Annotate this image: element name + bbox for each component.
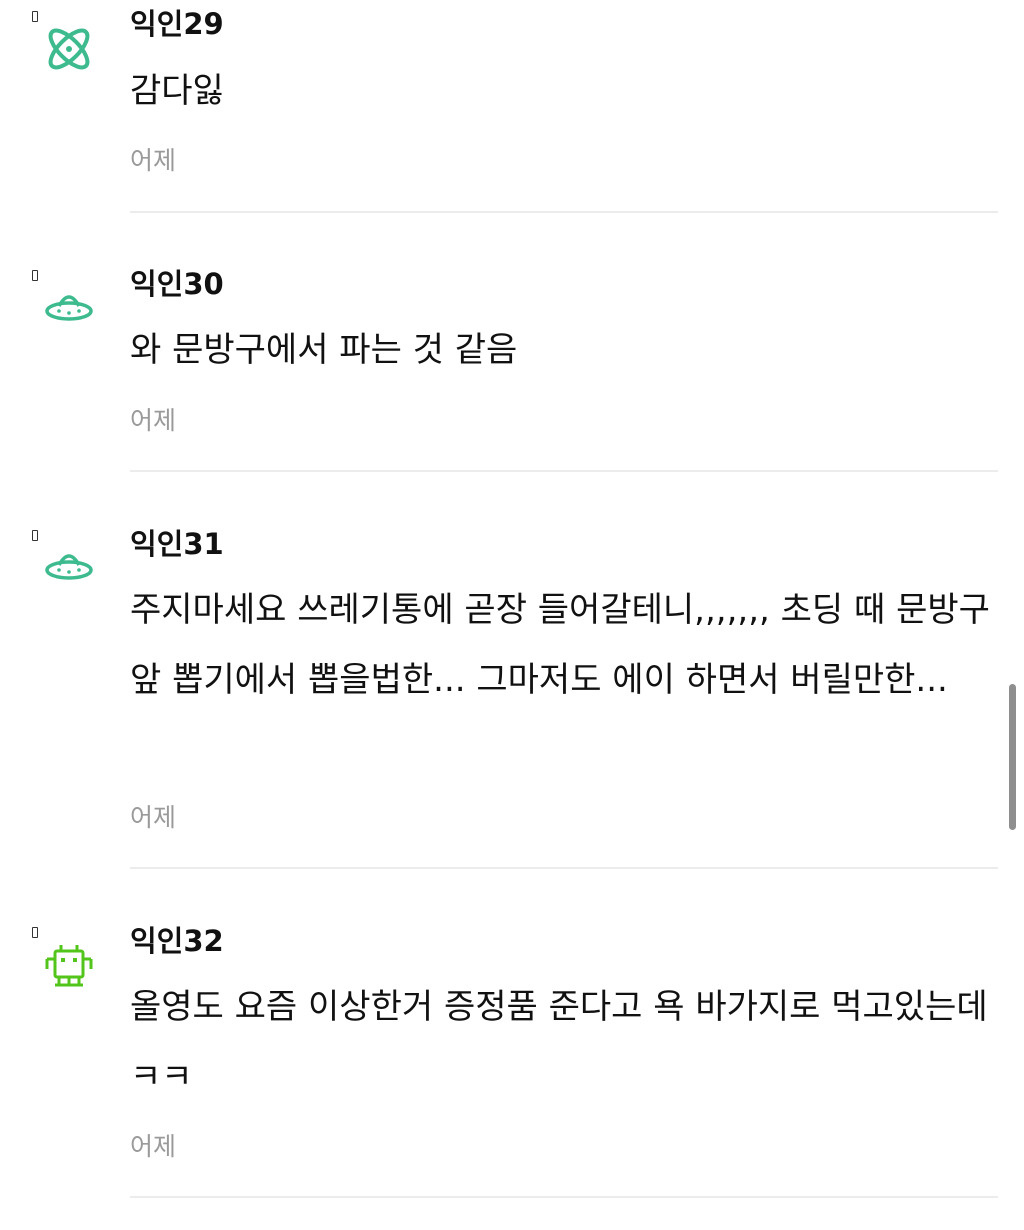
- atom-icon: [42, 22, 96, 76]
- pin-icon[interactable]: [32, 11, 38, 22]
- comment-author: 익인32: [130, 924, 224, 958]
- divider: [130, 1196, 998, 1198]
- comment-time: 어제: [130, 146, 177, 175]
- space-invader-icon: [42, 940, 96, 994]
- comment-author: 익인29: [130, 7, 224, 41]
- ufo-icon: [42, 282, 96, 336]
- comment-body: 감다잃: [130, 71, 224, 111]
- divider: [130, 470, 998, 472]
- pin-icon[interactable]: [32, 927, 38, 938]
- comment-body: 와 문방구에서 파는 것 같음: [130, 330, 518, 370]
- pin-icon[interactable]: [32, 270, 38, 281]
- divider: [130, 867, 998, 869]
- comment-time: 어제: [130, 1132, 177, 1161]
- comment-author: 익인30: [130, 267, 224, 301]
- ufo-icon: [42, 541, 96, 595]
- comment-body: 올영도 요즘 이상한거 증정품 준다고 욕 바가지로 먹고있는데 ㅋㅋ: [130, 987, 999, 1097]
- comment-time: 어제: [130, 803, 177, 832]
- comment-time: 어제: [130, 406, 177, 435]
- pin-icon[interactable]: [32, 530, 38, 541]
- comment-body: 주지마세요 쓰레기통에 곧장 들어갈테니,,,,,,, 초딩 때 문방구 앞 뽑…: [130, 590, 1001, 700]
- divider: [130, 211, 998, 213]
- comment-author: 익인31: [130, 527, 224, 561]
- scrollbar[interactable]: [1009, 684, 1016, 830]
